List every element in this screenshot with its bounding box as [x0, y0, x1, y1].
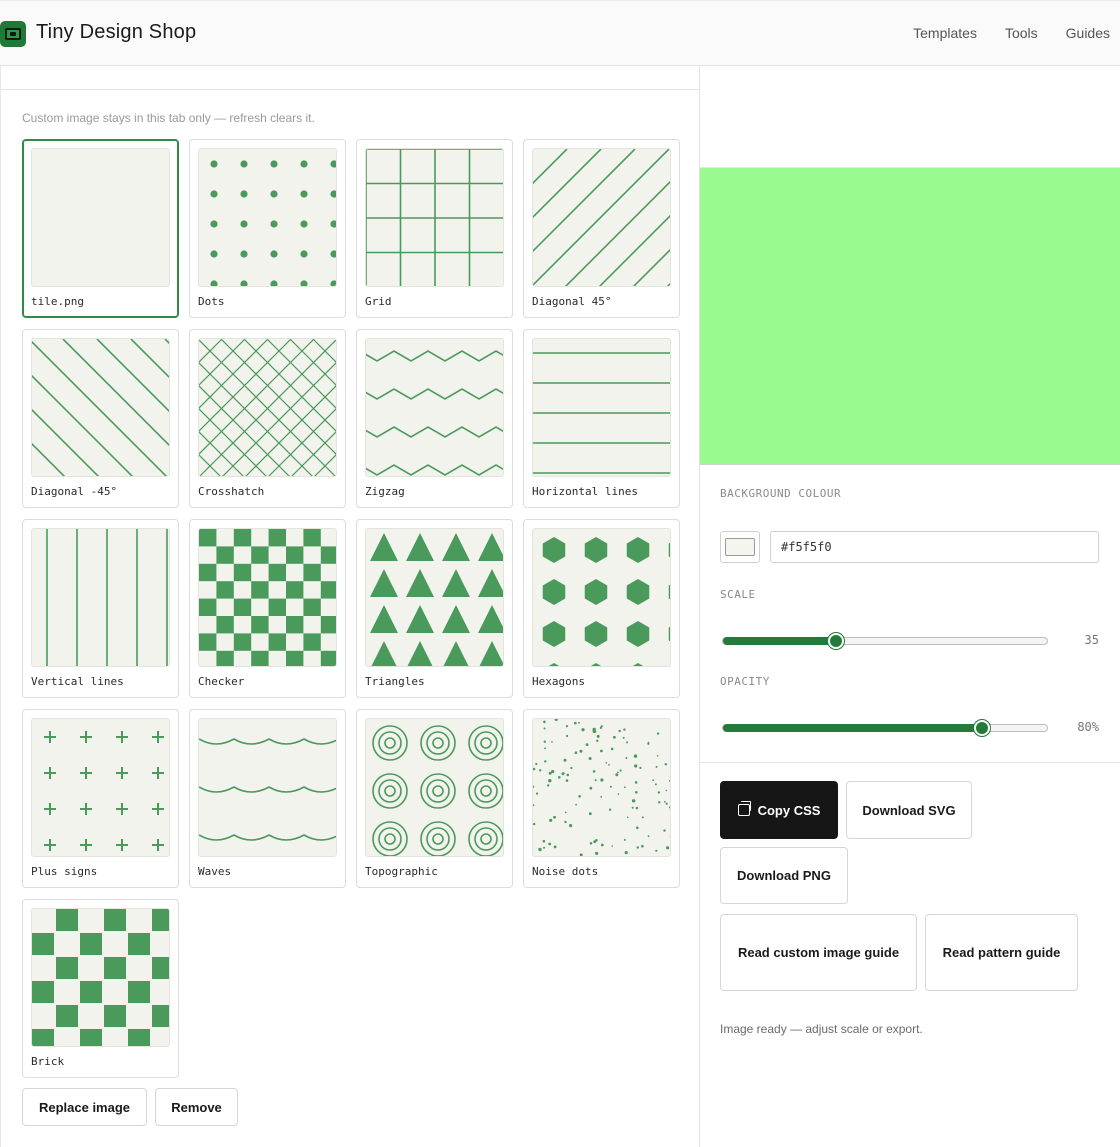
background-colour-label: BACKGROUND COLOUR: [720, 487, 842, 500]
scale-slider-handle[interactable]: [828, 633, 845, 649]
pattern-panel: Custom image stays in this tab only — re…: [0, 66, 700, 1147]
pattern-label: Grid: [365, 295, 392, 308]
pattern-label: Zigzag: [365, 485, 405, 498]
image-frame-icon[interactable]: [0, 21, 26, 47]
custom-image-guide-button[interactable]: Read custom image guide: [720, 914, 917, 991]
pattern-thumbnail: [365, 338, 504, 477]
background-colour-input[interactable]: [770, 531, 1099, 563]
opacity-value: 80%: [1077, 720, 1099, 734]
top-bar: Tiny Design Shop Templates Tools Guides: [0, 0, 1120, 66]
pattern-thumbnail: [365, 528, 504, 667]
pattern-label: Diagonal -45°: [31, 485, 118, 498]
pattern-card-topo[interactable]: Topographic: [356, 709, 513, 888]
nav-tools[interactable]: Tools: [1005, 25, 1038, 41]
pattern-label: Topographic: [365, 865, 438, 878]
pattern-card-blank[interactable]: tile.png: [22, 139, 179, 318]
scale-value: 35: [1084, 633, 1099, 647]
pattern-grid: tile.png Dots Grid Diagonal 45° Diagonal -45…: [22, 139, 680, 1078]
pattern-thumbnail: [31, 148, 170, 287]
pattern-thumbnail: [532, 528, 671, 667]
pattern-thumbnail: [31, 908, 170, 1047]
pattern-label: Plus signs: [31, 865, 98, 878]
pattern-card-brick[interactable]: Brick: [22, 899, 179, 1078]
pattern-label: Triangles: [365, 675, 425, 688]
main-nav: Templates Tools Guides: [885, 25, 1120, 41]
pattern-thumbnail: [532, 148, 671, 287]
opacity-slider[interactable]: [722, 720, 1048, 736]
pattern-thumbnail: [532, 718, 671, 857]
pattern-label: tile.png: [31, 295, 84, 308]
pattern-label: Diagonal 45°: [532, 295, 612, 308]
remove-image-button[interactable]: Remove: [155, 1088, 238, 1126]
pattern-thumbnail: [198, 148, 337, 287]
opacity-slider-handle[interactable]: [974, 720, 991, 736]
pattern-thumbnail: [198, 338, 337, 477]
panel-header-strip: [1, 66, 700, 90]
pattern-label: Checker: [198, 675, 245, 688]
scale-slider[interactable]: [722, 633, 1048, 649]
pattern-thumbnail: [532, 338, 671, 477]
scale-slider-fill: [723, 637, 837, 645]
opacity-label: OPACITY: [720, 675, 770, 688]
pattern-thumbnail: [31, 338, 170, 477]
pattern-card-diag45[interactable]: Diagonal 45°: [523, 139, 680, 318]
pattern-label: Crosshatch: [198, 485, 265, 498]
copy-css-label: Copy CSS: [757, 802, 821, 818]
pattern-label: Dots: [198, 295, 225, 308]
scale-label: SCALE: [720, 588, 756, 601]
background-colour-swatch[interactable]: [720, 531, 760, 563]
copy-icon: [737, 801, 751, 816]
pattern-guide-button[interactable]: Read pattern guide: [925, 914, 1078, 991]
status-message: Image ready — adjust scale or export.: [720, 1022, 923, 1036]
pattern-label: Brick: [31, 1055, 65, 1068]
pattern-card-grid[interactable]: Grid: [356, 139, 513, 318]
pattern-label: Vertical lines: [31, 675, 124, 688]
preview-panel: BACKGROUND COLOUR SCALE 35 OPACITY 80% C…: [700, 66, 1120, 1147]
pattern-card-dots[interactable]: Dots: [189, 139, 346, 318]
pattern-label: Noise dots: [532, 865, 599, 878]
pattern-thumbnail: [365, 718, 504, 857]
pattern-card-waves[interactable]: Waves: [189, 709, 346, 888]
section-divider: [700, 762, 1120, 763]
pattern-label: Horizontal lines: [532, 485, 638, 498]
brand-name[interactable]: Tiny Design Shop: [36, 21, 196, 44]
pattern-card-crosshatch[interactable]: Crosshatch: [189, 329, 346, 508]
pattern-thumbnail: [31, 718, 170, 857]
download-png-button[interactable]: Download PNG: [720, 847, 848, 904]
pattern-thumbnail: [365, 148, 504, 287]
nav-templates[interactable]: Templates: [913, 25, 977, 41]
pattern-card-hexagons[interactable]: Hexagons: [523, 519, 680, 698]
pattern-preview: [700, 167, 1120, 465]
pattern-label: Waves: [198, 865, 232, 878]
opacity-slider-fill: [723, 724, 983, 732]
pattern-card-noise[interactable]: Noise dots: [523, 709, 680, 888]
pattern-card-triangles[interactable]: Triangles: [356, 519, 513, 698]
pattern-card-plus[interactable]: Plus signs: [22, 709, 179, 888]
colour-chip: [725, 538, 755, 556]
pattern-label: Hexagons: [532, 675, 585, 688]
pattern-card-vlines[interactable]: Vertical lines: [22, 519, 179, 698]
pattern-card-hlines[interactable]: Horizontal lines: [523, 329, 680, 508]
pattern-thumbnail: [198, 718, 337, 857]
copy-css-button[interactable]: Copy CSS: [720, 781, 838, 839]
pattern-card-diagm45[interactable]: Diagonal -45°: [22, 329, 179, 508]
pattern-thumbnail: [198, 528, 337, 667]
replace-image-button[interactable]: Replace image: [22, 1088, 147, 1126]
custom-image-hint: Custom image stays in this tab only — re…: [22, 111, 315, 125]
pattern-thumbnail: [31, 528, 170, 667]
pattern-card-zigzag[interactable]: Zigzag: [356, 329, 513, 508]
download-svg-button[interactable]: Download SVG: [846, 781, 972, 839]
nav-guides[interactable]: Guides: [1066, 25, 1110, 41]
pattern-card-checker[interactable]: Checker: [189, 519, 346, 698]
